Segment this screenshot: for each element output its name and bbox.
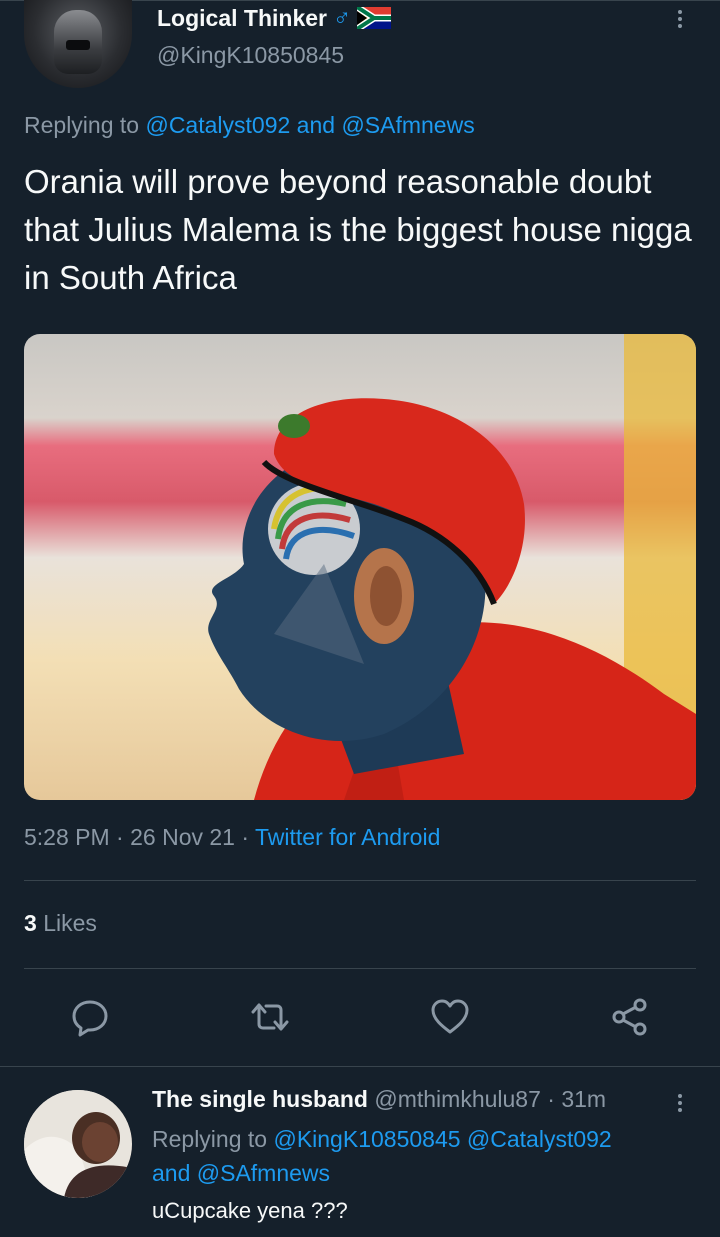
meta-separator: · (116, 824, 124, 850)
mention-link[interactable]: @Catalyst092 (467, 1126, 612, 1152)
reply-more-options-icon[interactable] (672, 1088, 688, 1116)
thread-separator (0, 1066, 720, 1067)
reply-icon (72, 1000, 108, 1037)
reply-author-name[interactable]: The single husband (152, 1086, 368, 1112)
likes-count-link[interactable]: 3 Likes (24, 910, 97, 937)
tweet-text: Orania will prove beyond reasonable doub… (24, 163, 692, 296)
likes-label: Likes (43, 910, 97, 936)
mention-link[interactable]: @SAfmnews (341, 112, 474, 138)
like-button[interactable] (430, 997, 470, 1037)
meta-separator: · (241, 824, 250, 850)
reply-time-ago[interactable]: 31m (561, 1086, 606, 1112)
retweet-icon (251, 1003, 289, 1031)
replying-to-line: Replying to @Catalyst092 and @SAfmnews (24, 112, 475, 139)
author-name-row[interactable]: Logical Thinker ♂ (157, 4, 391, 32)
tweet-source-link[interactable]: Twitter for Android (255, 824, 440, 850)
meta-separator: · (547, 1086, 555, 1112)
retweet-button[interactable] (250, 997, 290, 1037)
reply-author-handle[interactable]: @mthimkhulu87 (374, 1086, 541, 1112)
heart-icon (431, 999, 469, 1034)
author-avatar[interactable] (24, 0, 132, 88)
south-africa-flag-icon (356, 7, 391, 29)
reply-author-avatar[interactable] (24, 1090, 132, 1198)
reply-button[interactable] (70, 997, 110, 1037)
tweet-photo[interactable] (24, 334, 696, 800)
author-name[interactable]: Logical Thinker (157, 5, 327, 32)
reply-text: uCupcake yena ??? (152, 1198, 348, 1223)
male-symbol-icon: ♂ (332, 4, 351, 31)
share-button[interactable] (610, 997, 650, 1037)
and-connector: and (152, 1160, 191, 1186)
replying-to-prefix: Replying to (152, 1126, 268, 1152)
author-handle[interactable]: @KingK10850845 (157, 42, 344, 69)
and-connector: and (296, 112, 336, 138)
likes-count: 3 (24, 910, 37, 936)
reply-replying-to-line: Replying to @KingK10850845 @Catalyst092 … (152, 1122, 692, 1190)
reply-header: The single husband @mthimkhulu87 · 31m (152, 1086, 606, 1113)
divider (24, 880, 696, 881)
more-options-icon[interactable] (672, 4, 688, 32)
mention-link[interactable]: @SAfmnews (197, 1160, 330, 1186)
mention-link[interactable]: @Catalyst092 (145, 112, 290, 138)
tweet-date: 26 Nov 21 (130, 824, 235, 850)
mention-link[interactable]: @KingK10850845 (273, 1126, 460, 1152)
divider (24, 968, 696, 969)
tweet-meta: 5:28 PM · 26 Nov 21 · Twitter for Androi… (24, 824, 440, 851)
replying-to-prefix: Replying to (24, 112, 140, 138)
tweet-time: 5:28 PM (24, 824, 110, 850)
share-icon (612, 998, 647, 1036)
